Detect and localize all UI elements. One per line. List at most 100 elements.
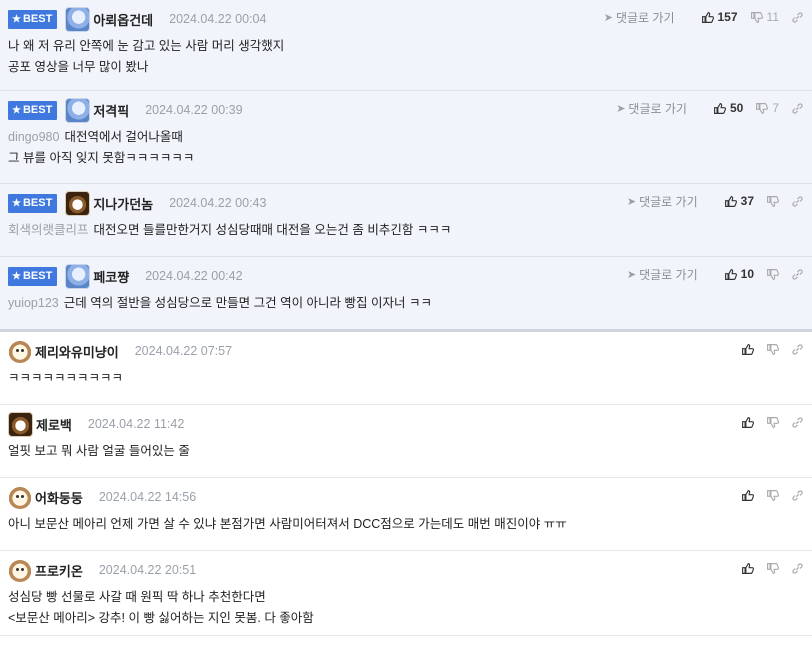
comment-item: 제리와유미냥이 2024.04.22 07:57 ㅋㅋㅋㅋㅋㅋㅋㅋㅋㅋ	[0, 332, 812, 405]
dislike-button[interactable]	[766, 195, 779, 208]
thumbs-up-icon	[742, 562, 754, 574]
best-badge: ★ BEST	[8, 100, 58, 120]
comment-item: ★ BEST 아뢰옵건데 2024.04.22 00:04 ➤ 댓글로 가기 157…	[0, 0, 812, 91]
comment-body: ㅋㅋㅋㅋㅋㅋㅋㅋㅋㅋ	[8, 371, 124, 385]
star-icon: ★	[12, 13, 21, 25]
mention-user[interactable]: 회색의랫클리프	[8, 223, 89, 237]
comment-item: 어화둥둥 2024.04.22 14:56 아니 보문산 메아리 언제 가면 살…	[0, 478, 812, 551]
thumbs-down-icon	[767, 489, 779, 501]
nickname[interactable]: 페코쨩	[93, 267, 129, 286]
nickname[interactable]: 제로백	[36, 415, 72, 434]
link-button[interactable]	[791, 343, 804, 356]
thumbs-down-icon	[767, 195, 779, 207]
like-button[interactable]	[741, 343, 754, 356]
link-icon	[792, 343, 803, 355]
thumbs-down-icon	[767, 416, 779, 428]
go-to-reply-link[interactable]: ➤ 댓글로 가기	[604, 9, 675, 26]
link-button[interactable]	[791, 102, 804, 115]
comment-body: yuiop123 근데 역의 절반을 성심당으로 만들면 그건 역이 아니라 빵집…	[8, 296, 432, 310]
puppy-avatar[interactable]	[8, 485, 32, 509]
comment-date: 2024.04.22 14:56	[98, 490, 197, 504]
mention-user[interactable]: dingo980	[8, 130, 59, 144]
comment-item: ★ BEST 저격픽 2024.04.22 00:39 ➤ 댓글로 가기 50 7 …	[0, 91, 812, 184]
like-button[interactable]	[741, 562, 754, 575]
dislike-button[interactable]	[766, 268, 779, 281]
link-button[interactable]	[791, 268, 804, 281]
nickname[interactable]: 프로키온	[35, 561, 83, 580]
nickname[interactable]: 저격픽	[93, 101, 129, 120]
comment-date: 2024.04.22 11:42	[87, 417, 185, 431]
puppy-avatar[interactable]	[8, 339, 32, 363]
send-arrow-icon: ➤	[626, 195, 637, 208]
dislike-button[interactable]	[766, 343, 779, 356]
comment-body: 얼핏 보고 뭐 사람 얼굴 들어있는 줄	[8, 444, 190, 458]
comment-date: 2024.04.22 00:04	[169, 12, 267, 26]
nickname[interactable]: 제리와유미냥이	[35, 342, 119, 361]
thumbs-up-icon	[701, 11, 714, 23]
like-count: 10	[740, 267, 754, 281]
comment-body: dingo980 대전역에서 걸어나올때 그 뷰를 아직 잊지 못함ㅋㅋㅋㅋㅋㅋ	[8, 130, 195, 165]
link-icon	[792, 11, 803, 23]
thumbs-up-icon	[724, 195, 737, 207]
go-to-reply-link[interactable]: ➤ 댓글로 가기	[627, 266, 698, 283]
thumbs-down-icon	[767, 268, 779, 280]
like-button[interactable]	[741, 416, 754, 429]
dislike-button[interactable]	[766, 489, 779, 502]
bird-avatar[interactable]	[65, 263, 91, 289]
star-icon: ★	[12, 270, 21, 282]
thumbs-down-icon	[767, 343, 779, 355]
best-badge: ★ BEST	[8, 266, 58, 286]
bird-avatar[interactable]	[65, 6, 91, 32]
comment-body: 회색의랫클리프 대전오면 들를만한거지 성심당때매 대전을 오는건 좀 비추긴함 …	[8, 223, 452, 237]
comment-item: ★ BEST 지나가던놈 2024.04.22 00:43 ➤ 댓글로 가기 37 …	[0, 184, 812, 257]
nickname[interactable]: 어화둥둥	[35, 488, 83, 507]
dog-avatar[interactable]	[8, 411, 33, 437]
link-button[interactable]	[791, 562, 804, 575]
link-icon	[792, 416, 803, 428]
nickname[interactable]: 지나가던놈	[93, 194, 153, 213]
thumbs-down-icon	[767, 562, 779, 574]
thumbs-up-icon	[742, 416, 754, 428]
like-count: 50	[729, 101, 744, 115]
star-icon: ★	[12, 104, 21, 116]
comment-body: 나 왜 저 유리 안쪽에 눈 감고 있는 사람 머리 생각했지 공포 영상을 너…	[8, 39, 285, 74]
go-to-reply-link[interactable]: ➤ 댓글로 가기	[627, 193, 698, 210]
comment-date: 2024.04.22 20:51	[98, 563, 197, 577]
link-button[interactable]	[791, 195, 804, 208]
comment-date: 2024.04.22 00:43	[169, 196, 267, 210]
go-to-reply-link[interactable]: ➤ 댓글로 가기	[616, 100, 687, 117]
dislike-button[interactable]	[766, 562, 779, 575]
nickname[interactable]: 아뢰옵건데	[93, 10, 153, 29]
link-icon	[792, 195, 803, 207]
thumbs-up-icon	[724, 268, 737, 280]
comment-body: 성심당 빵 선물로 사갈 때 원픽 딱 하나 추천한다면 <보문산 메아리> 강…	[8, 590, 314, 625]
thumbs-up-icon	[742, 343, 754, 355]
mention-user[interactable]: yuiop123	[8, 296, 59, 310]
send-arrow-icon: ➤	[616, 102, 626, 115]
comment-item: ★ BEST 페코쨩 2024.04.22 00:42 ➤ 댓글로 가기 10 yu…	[0, 257, 812, 332]
comment-date: 2024.04.22 00:42	[145, 269, 243, 283]
link-button[interactable]	[791, 489, 804, 502]
like-button[interactable]: 10	[724, 267, 754, 281]
link-button[interactable]	[791, 416, 804, 429]
dislike-count: 11	[766, 10, 779, 24]
star-icon: ★	[12, 197, 21, 209]
dog-avatar[interactable]	[65, 190, 91, 216]
puppy-avatar[interactable]	[8, 558, 32, 582]
dislike-button[interactable]	[766, 416, 779, 429]
dislike-button[interactable]: 7	[755, 101, 779, 115]
thumbs-down-icon	[756, 102, 769, 114]
like-button[interactable]	[741, 489, 754, 502]
link-icon	[792, 102, 803, 114]
like-button[interactable]: 157	[701, 10, 738, 24]
bird-avatar[interactable]	[65, 97, 91, 123]
dislike-count: 7	[772, 101, 779, 115]
dislike-button[interactable]: 11	[750, 10, 779, 24]
link-icon	[792, 489, 803, 501]
like-button[interactable]: 37	[724, 194, 754, 208]
send-arrow-icon: ➤	[626, 268, 637, 281]
link-button[interactable]	[791, 11, 804, 24]
like-button[interactable]: 50	[713, 101, 743, 115]
thumbs-down-icon	[750, 11, 763, 23]
like-count: 157	[717, 10, 738, 24]
